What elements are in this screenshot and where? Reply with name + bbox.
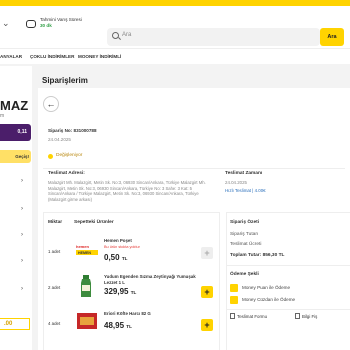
payment-option-money-wallet[interactable]: Money Cüzdan ile Ödeme <box>230 295 350 306</box>
price-currency: TL <box>121 256 128 261</box>
summary-total: Toplam Tutar: 856,30 TL <box>230 253 285 258</box>
product-price: 48,95 TL <box>104 321 132 330</box>
delivery-time: 30 dk <box>40 23 52 28</box>
chevron-down-icon[interactable]: ⌄ <box>2 18 10 29</box>
document-icon <box>230 313 235 319</box>
product-note: Bu ürün stokta yoktur <box>104 245 140 249</box>
order-summary-panel: Sipariş Özeti Sipariş Tutarı Teslimat Üc… <box>226 212 350 350</box>
delivery-time-fast: Hızlı Teslimat | 4.00€ <box>225 188 266 193</box>
product-image: hemen HEMEN <box>76 244 98 255</box>
payment-option-label: Money Cüzdan ile Ödeme <box>242 297 296 302</box>
chevron-right-icon[interactable]: › <box>21 286 23 292</box>
product-qty: 4 adet <box>48 321 61 326</box>
summary-delivery-fee-label: Teslimat Ücreti <box>230 242 262 247</box>
col-header-qty: Miktar <box>48 220 63 225</box>
delivery-form-label: Teslimat Formu <box>237 314 268 319</box>
order-detail-panel: ← Sipariş No: 831000788 24.04.2025 Değiş… <box>38 88 350 350</box>
sidebar-code-box[interactable]: .00 <box>0 318 30 330</box>
category-nav: ANYALAR ÇOKLU İNDİRİMLER MOONEY İNDİRİML… <box>0 48 350 64</box>
order-status: Değişleniyor <box>56 153 83 158</box>
add-button[interactable]: + <box>201 247 213 259</box>
delivery-time-date: 24.04.2025 <box>225 180 247 185</box>
products-panel: Miktar Sepetteki Ürünler 1 adet hemen HE… <box>43 212 220 350</box>
chevron-right-icon[interactable]: › <box>21 232 23 238</box>
divider <box>227 309 350 310</box>
back-button[interactable]: ← <box>43 96 59 112</box>
nav-item[interactable]: ANYALAR <box>0 54 22 59</box>
chevron-right-icon[interactable]: › <box>21 206 23 212</box>
order-date: 24.04.2025 <box>48 137 71 142</box>
order-number: Sipariş No: 831000788 <box>48 128 97 133</box>
product-name: Hemen Poşet <box>104 238 132 243</box>
price-value: 0,50 <box>104 253 120 262</box>
nav-item-multi-discounts[interactable]: ÇOKLU İNDİRİMLER <box>30 54 74 59</box>
search-icon <box>112 32 119 39</box>
delivery-form-link[interactable]: Teslimat Formu <box>230 313 267 319</box>
status-dot <box>48 154 53 159</box>
product-name: Yudum Egenden Sızma Zeytinyağı Yumuşak L… <box>104 274 196 285</box>
info-receipt-label: Bilgi Fiş <box>302 314 318 319</box>
add-button[interactable]: + <box>201 319 213 331</box>
scooter-icon <box>26 20 36 28</box>
delivery-time-title: Teslimat Zamanı <box>225 171 263 176</box>
price-value: 329,95 <box>104 287 129 296</box>
search-input[interactable]: Ara <box>107 28 320 46</box>
yellow-badge-label: Geçiş! <box>15 153 29 159</box>
page-title: Siparişlerim <box>42 76 88 85</box>
info-receipt-link[interactable]: Bilgi Fiş <box>295 313 317 319</box>
money-card[interactable]: 0,11 <box>0 124 31 141</box>
money-value: 0,11 <box>17 129 27 135</box>
product-price: 0,50 TL <box>104 253 127 262</box>
delivery-address: Malazgirt Mh. Malazgirt, Metin Sk. No:3,… <box>48 180 206 202</box>
divider <box>43 168 345 169</box>
search-placeholder: Ara <box>122 32 132 38</box>
product-row: 1 adet hemen HEMEN Hemen Poşet Bu ürün s… <box>44 235 219 273</box>
yellow-badge[interactable]: Geçiş! <box>0 150 31 163</box>
product-qty: 2 adet <box>48 285 61 290</box>
svg-text:HEMEN: HEMEN <box>78 251 91 255</box>
payment-option-money-points[interactable]: Money Puan ile Ödeme <box>230 283 350 294</box>
account-sidebar: MAZ m 0,11 Geçiş! › › › › › .00 <box>0 66 32 350</box>
product-row: 4 adet Eriori Köfte Harcı 82 G 48,95 TL … <box>44 307 219 345</box>
price-value: 48,95 <box>104 321 125 330</box>
search-button[interactable]: Ara <box>320 28 344 46</box>
nav-item-money-discounts[interactable]: MOONEY İNDİRİMLİ <box>78 54 121 59</box>
product-price: 329,95 TL <box>104 287 136 296</box>
divider <box>227 265 350 266</box>
arrow-left-icon: ← <box>46 99 56 109</box>
svg-text:hemen: hemen <box>76 244 89 249</box>
product-name: Eriori Köfte Harcı 82 G <box>104 311 151 316</box>
product-image <box>77 313 97 329</box>
summary-subtotal-label: Sipariş Tutarı <box>230 232 259 237</box>
user-name: MAZ <box>0 98 29 113</box>
chevron-right-icon[interactable]: › <box>21 258 23 264</box>
price-currency: TL <box>126 324 132 329</box>
product-qty: 1 adet <box>48 249 61 254</box>
user-subtitle: m <box>0 113 5 119</box>
chevron-right-icon[interactable]: › <box>21 178 23 184</box>
add-button[interactable]: + <box>201 286 213 298</box>
money-icon <box>230 284 238 292</box>
col-header-products: Sepetteki Ürünler <box>74 220 114 225</box>
header: ⌄ Tahmini Varış Süresi 30 dk Ara Ara <box>0 6 350 48</box>
payment-option-label: Money Puan ile Ödeme <box>242 285 291 290</box>
product-row: 2 adet Yudum Egenden Sızma Zeytinyağı Yu… <box>44 271 219 309</box>
payment-title: Ödeme Şekli <box>230 272 259 277</box>
document-icon <box>295 313 300 319</box>
product-image <box>81 275 91 297</box>
delivery-estimate[interactable]: Tahmini Varış Süresi 30 dk <box>26 17 104 39</box>
wallet-icon <box>230 296 238 304</box>
price-currency: TL <box>130 290 137 295</box>
delivery-address-title: Teslimat Adresi: <box>48 171 85 176</box>
summary-title: Sipariş Özeti <box>230 220 260 225</box>
